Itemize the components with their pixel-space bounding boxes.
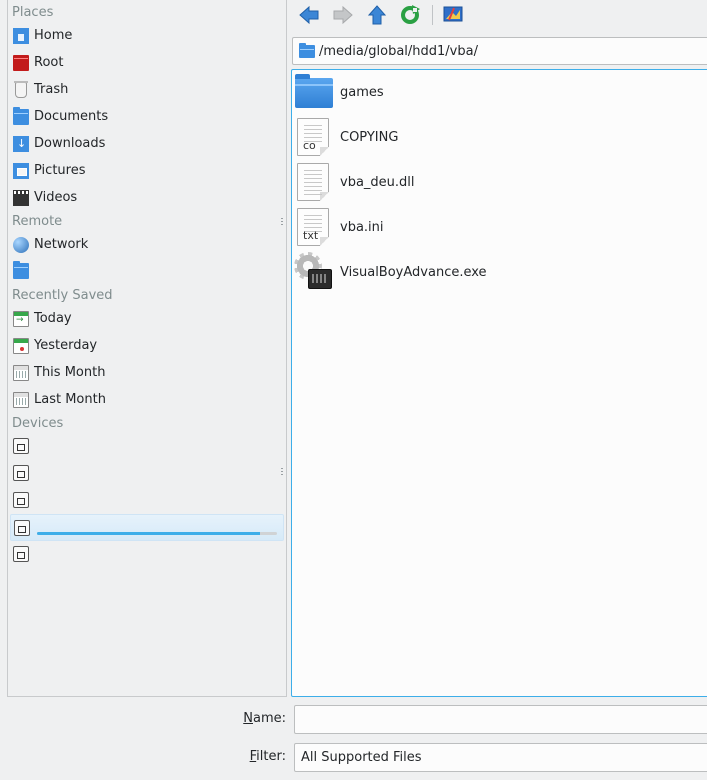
file-item[interactable]: vba_deu.dll [294,161,704,203]
place-label-root: Root [34,55,64,70]
trash-icon [14,80,28,98]
place-label-last-month: Last Month [34,392,106,407]
remote-folder-icon [13,260,29,279]
executable-icon [294,252,334,292]
calendar-today-icon [13,310,29,327]
place-label-downloads: Downloads [34,136,106,151]
place-label-network: Network [34,237,89,252]
place-label-pictures: Pictures [34,163,86,178]
place-label-trash: Trash [34,82,69,97]
place-item-yesterday[interactable]: Yesterday [8,332,286,359]
location-bar[interactable]: /media/global/hdd1/vba/ [292,37,707,65]
place-item-device-1[interactable] [8,432,286,459]
location-path: /media/global/hdd1/vba/ [319,43,478,59]
file-name: games [340,84,384,100]
place-label-this-month: This Month [34,365,106,380]
filter-label-text: ilter: [256,749,286,764]
file-name: COPYING [340,129,399,145]
file-view[interactable]: games co COPYING vba_deu.dll txt vba.ini… [291,69,707,697]
file-item[interactable]: txt vba.ini [294,206,704,248]
root-folder-icon [13,54,29,71]
back-button[interactable] [298,4,320,26]
file-name: vba_deu.dll [340,174,415,190]
place-item-device-4-selected[interactable] [10,514,284,541]
home-folder-icon [13,27,29,44]
places-panel: Places Home Root Trash Documents Downloa… [7,0,287,697]
place-label-yesterday: Yesterday [34,338,98,353]
file-item[interactable]: games [294,71,704,113]
up-icon [368,5,386,25]
preview-icon [443,6,463,22]
file-name: vba.ini [340,219,384,235]
place-item-last-month[interactable]: Last Month [8,386,286,413]
reload-button[interactable] [399,4,421,26]
section-header-remote: Remote [12,214,63,229]
calendar-yesterday-icon [13,337,29,354]
file-name: VisualBoyAdvance.exe [340,264,487,280]
drive-icon [13,464,29,481]
drive-icon [13,437,29,454]
drive-icon [13,545,29,562]
videos-folder-icon [13,189,29,206]
downloads-folder-icon [13,135,29,152]
forward-icon [333,6,353,24]
documents-folder-icon [13,106,29,125]
place-item-home[interactable]: Home [8,22,286,49]
place-label-today: Today [34,311,72,326]
back-icon [299,6,319,24]
place-item-network[interactable]: Network [8,231,286,258]
forward-button[interactable] [332,4,354,26]
calendar-last-month-icon [13,391,29,408]
file-type-label: txt [303,229,319,242]
file-item[interactable]: co COPYING [294,116,704,158]
place-item-pictures[interactable]: Pictures [8,157,286,184]
folder-icon [294,72,334,112]
name-label-mnemonic: N [243,711,253,726]
splitter-handle[interactable] [281,468,283,476]
pictures-folder-icon [13,162,29,179]
section-header-places: Places [12,5,54,20]
filter-combobox[interactable]: All Supported Files [294,743,707,772]
text-file-icon: co [294,117,334,157]
place-item-today[interactable]: Today [8,305,286,332]
up-button[interactable] [366,4,388,26]
place-label-videos: Videos [34,190,78,205]
place-item-this-month[interactable]: This Month [8,359,286,386]
place-label-home: Home [34,28,73,43]
place-item-remote-folder[interactable] [8,257,286,284]
place-item-trash[interactable]: Trash [8,76,286,103]
name-input[interactable] [294,705,707,734]
text-file-icon: txt [294,207,334,247]
file-type-label: co [303,139,316,152]
drive-icon [13,491,29,508]
place-item-documents[interactable]: Documents [8,103,286,130]
device-capacity-bar [37,532,277,535]
calendar-month-icon [13,364,29,381]
toolbar-separator [432,5,433,25]
drive-icon [14,519,30,536]
preview-button[interactable] [442,4,464,26]
section-header-recently-saved: Recently Saved [12,288,113,303]
place-item-device-2[interactable] [8,459,286,486]
library-file-icon [294,162,334,202]
network-globe-icon [13,236,29,253]
place-item-device-3[interactable] [8,486,286,513]
place-item-downloads[interactable]: Downloads [8,130,286,157]
filter-value: All Supported Files [301,750,422,765]
filter-label: Filter: [206,743,286,771]
place-item-root[interactable]: Root [8,49,286,76]
name-label: Name: [206,705,286,733]
place-label-documents: Documents [34,109,109,124]
name-label-text: ame: [252,711,286,726]
folder-icon [299,42,315,58]
splitter-handle[interactable] [281,218,283,226]
place-item-device-5[interactable] [8,540,286,567]
device-capacity-fill [37,532,261,535]
reload-icon [401,5,420,24]
file-item[interactable]: VisualBoyAdvance.exe [294,251,704,293]
place-item-videos[interactable]: Videos [8,184,286,211]
